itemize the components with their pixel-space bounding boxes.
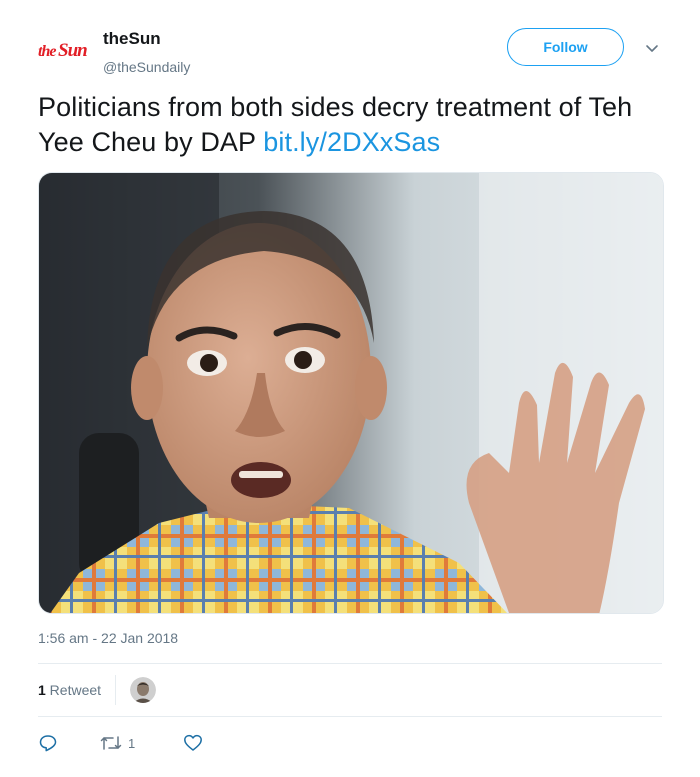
chevron-down-icon[interactable] xyxy=(644,40,660,56)
author-name[interactable]: theSun xyxy=(103,28,190,50)
tweet-link[interactable]: bit.ly/2DXxSas xyxy=(263,127,440,157)
svg-text:the: the xyxy=(38,43,56,60)
retweet-action-count: 1 xyxy=(128,735,136,751)
author-info[interactable]: theSun @theSundaily xyxy=(103,28,190,78)
tweet-card: the Sun theSun @theSundaily Follow Polit… xyxy=(0,0,700,777)
thesun-logo[interactable]: the Sun xyxy=(38,34,90,64)
reply-icon xyxy=(39,735,57,752)
like-button[interactable] xyxy=(183,733,203,753)
thesun-logo-mark: the Sun xyxy=(38,40,88,61)
tweet-actions: 1 xyxy=(38,730,203,756)
retweet-count-number: 1 xyxy=(38,682,46,698)
retweeter-avatar[interactable] xyxy=(130,677,157,703)
tweet-header: the Sun theSun @theSundaily Follow xyxy=(38,22,668,78)
svg-text:Sun: Sun xyxy=(58,40,87,61)
follow-button[interactable]: Follow xyxy=(507,28,624,66)
retweet-count-label: Retweet xyxy=(45,682,102,698)
tweet-stats: 1 Retweet xyxy=(38,674,157,706)
tweet-text: Politicians from both sides decry treatm… xyxy=(38,90,658,160)
stats-separator xyxy=(115,675,117,705)
divider xyxy=(38,663,662,664)
tweet-photo[interactable] xyxy=(38,172,664,614)
tweet-timestamp[interactable]: 1:56 am - 22 Jan 2018 xyxy=(38,630,178,646)
divider xyxy=(38,716,662,717)
heart-icon xyxy=(184,734,203,751)
author-handle[interactable]: @theSundaily xyxy=(103,56,190,78)
retweet-count-link[interactable]: 1 Retweet xyxy=(38,682,101,698)
reply-button[interactable] xyxy=(38,733,58,753)
retweet-icon xyxy=(100,736,122,750)
retweet-button[interactable]: 1 xyxy=(100,734,135,752)
photo-man-gesturing xyxy=(39,173,663,613)
